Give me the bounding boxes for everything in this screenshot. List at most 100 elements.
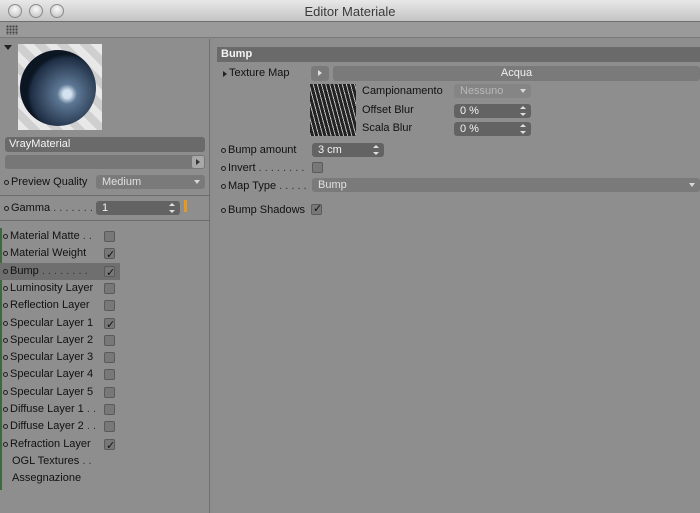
channel-checkbox[interactable]	[104, 335, 115, 346]
collapse-triangle-icon[interactable]	[4, 45, 12, 50]
attributes-panel: Bump Texture Map Acqua Campionamento Nes…	[213, 39, 700, 513]
animation-dot-icon[interactable]	[3, 233, 8, 239]
channel-checkbox[interactable]	[104, 387, 115, 398]
channel-checkbox[interactable]	[104, 316, 115, 333]
texture-menu-button[interactable]	[311, 66, 329, 81]
channel-label: OGL Textures	[12, 455, 80, 467]
animation-dot-icon[interactable]	[3, 423, 8, 429]
channel-checkbox[interactable]	[104, 421, 115, 432]
channel-checkbox[interactable]	[104, 437, 115, 454]
path-arrow-icon[interactable]	[192, 156, 204, 168]
channel-label: Material Weight	[10, 247, 87, 259]
channel-checkbox[interactable]	[104, 352, 115, 363]
animation-dot-icon[interactable]	[221, 165, 226, 171]
channel-item[interactable]: Specular Layer 1	[0, 315, 120, 333]
animation-dot-icon[interactable]	[3, 354, 8, 360]
channel-item[interactable]: Specular Layer 4	[0, 366, 120, 383]
chevron-down-icon	[520, 89, 526, 93]
channel-label: Diffuse Layer 1	[10, 403, 84, 415]
channel-checkbox[interactable]	[104, 283, 115, 294]
animation-dot-icon[interactable]	[3, 302, 8, 308]
gamma-row: Gamma . . . . . . .	[4, 200, 93, 216]
channel-item[interactable]: Diffuse Layer 1 . .	[0, 401, 120, 418]
invert-checkbox[interactable]	[312, 162, 323, 173]
animation-dot-icon[interactable]	[3, 441, 8, 447]
spinner-arrows-icon[interactable]	[169, 203, 175, 213]
channel-checkbox[interactable]	[104, 404, 115, 415]
channel-item[interactable]: Specular Layer 3	[0, 349, 120, 366]
animation-dot-icon[interactable]	[3, 371, 8, 377]
preview-quality-label: Preview Quality	[11, 176, 88, 188]
animation-dot-icon[interactable]	[4, 205, 9, 211]
material-name[interactable]: VrayMaterial	[5, 137, 205, 152]
gamma-slider-handle[interactable]	[184, 200, 187, 212]
preview-quality-select[interactable]: Medium	[96, 175, 205, 189]
channel-label: Specular Layer 5	[10, 386, 94, 398]
channel-item[interactable]: Refraction Layer	[0, 436, 120, 454]
spinner-arrows-icon[interactable]	[373, 145, 379, 155]
grip-icon[interactable]	[6, 25, 18, 35]
channel-checkbox[interactable]	[104, 246, 115, 263]
invert-label: Invert	[228, 162, 256, 174]
texture-map-field[interactable]: Acqua	[333, 66, 700, 81]
channel-checkbox[interactable]	[104, 300, 115, 311]
map-type-select[interactable]: Bump	[312, 178, 700, 192]
gamma-value: 1	[102, 202, 109, 214]
channel-panel: VrayMaterial Preview Quality Medium Gamm…	[0, 39, 210, 513]
channel-item[interactable]: Diffuse Layer 2 . .	[0, 418, 120, 435]
bump-shadows-checkbox[interactable]	[311, 202, 322, 215]
preview-quality-value: Medium	[102, 176, 142, 188]
animation-dot-icon[interactable]	[221, 147, 226, 153]
invert-dots: . . . . . . . .	[258, 162, 305, 174]
animation-dot-icon[interactable]	[4, 179, 9, 185]
channel-item[interactable]: Material Matte . .	[0, 228, 120, 245]
scala-blur-input[interactable]: 0 %	[454, 122, 531, 136]
offset-blur-value: 0 %	[460, 105, 479, 117]
channel-label: Refraction Layer	[10, 438, 91, 450]
channel-label: Assegnazione	[12, 472, 82, 484]
animation-dot-icon[interactable]	[3, 337, 8, 343]
channel-item[interactable]: Bump . . . . . . . .	[0, 263, 120, 281]
material-path-field[interactable]	[5, 155, 205, 169]
animation-dot-icon[interactable]	[3, 320, 8, 326]
offset-blur-input[interactable]: 0 %	[454, 104, 531, 118]
campionamento-value: Nessuno	[460, 85, 504, 97]
bump-amount-value: 3 cm	[318, 144, 342, 156]
bump-shadows-label: Bump Shadows	[228, 204, 306, 216]
animation-dot-icon[interactable]	[3, 250, 8, 256]
channel-checkbox[interactable]	[104, 264, 115, 281]
channel-item[interactable]: OGL Textures . .	[0, 453, 120, 470]
channel-label: Reflection Layer	[10, 299, 90, 311]
animation-dot-icon[interactable]	[3, 389, 8, 395]
animation-dot-icon[interactable]	[3, 285, 8, 291]
channel-item[interactable]: Material Weight	[0, 245, 120, 263]
channel-item[interactable]: Specular Layer 5	[0, 384, 120, 401]
channel-item[interactable]: Reflection Layer	[0, 297, 120, 314]
texture-thumbnail	[310, 84, 356, 136]
campionamento-label: Campionamento	[362, 85, 443, 97]
animation-dot-icon[interactable]	[3, 268, 8, 274]
bump-amount-label: Bump amount	[228, 144, 297, 156]
map-type-label: Map Type	[228, 180, 277, 192]
channel-dots: . .	[82, 455, 92, 467]
bump-amount-input[interactable]: 3 cm	[312, 143, 384, 157]
channel-dots: . .	[86, 403, 97, 415]
channel-item[interactable]: Assegnazione	[0, 470, 120, 487]
channel-label: Specular Layer 2	[10, 334, 94, 346]
spinner-arrows-icon[interactable]	[520, 106, 526, 116]
bump-amount-row: Bump amount	[221, 142, 296, 158]
animation-dot-icon[interactable]	[221, 207, 226, 213]
material-preview[interactable]	[18, 44, 102, 130]
campionamento-select[interactable]: Nessuno	[454, 84, 531, 98]
chevron-down-icon	[194, 180, 200, 184]
offset-blur-label: Offset Blur	[362, 104, 414, 116]
animation-dot-icon[interactable]	[221, 183, 226, 189]
expand-triangle-icon[interactable]	[223, 71, 227, 77]
gamma-input[interactable]: 1	[96, 201, 180, 215]
channel-checkbox[interactable]	[104, 231, 115, 242]
channel-item[interactable]: Specular Layer 2	[0, 332, 120, 349]
spinner-arrows-icon[interactable]	[520, 124, 526, 134]
animation-dot-icon[interactable]	[3, 406, 8, 412]
channel-checkbox[interactable]	[104, 369, 115, 380]
channel-item[interactable]: Luminosity Layer	[0, 280, 120, 297]
